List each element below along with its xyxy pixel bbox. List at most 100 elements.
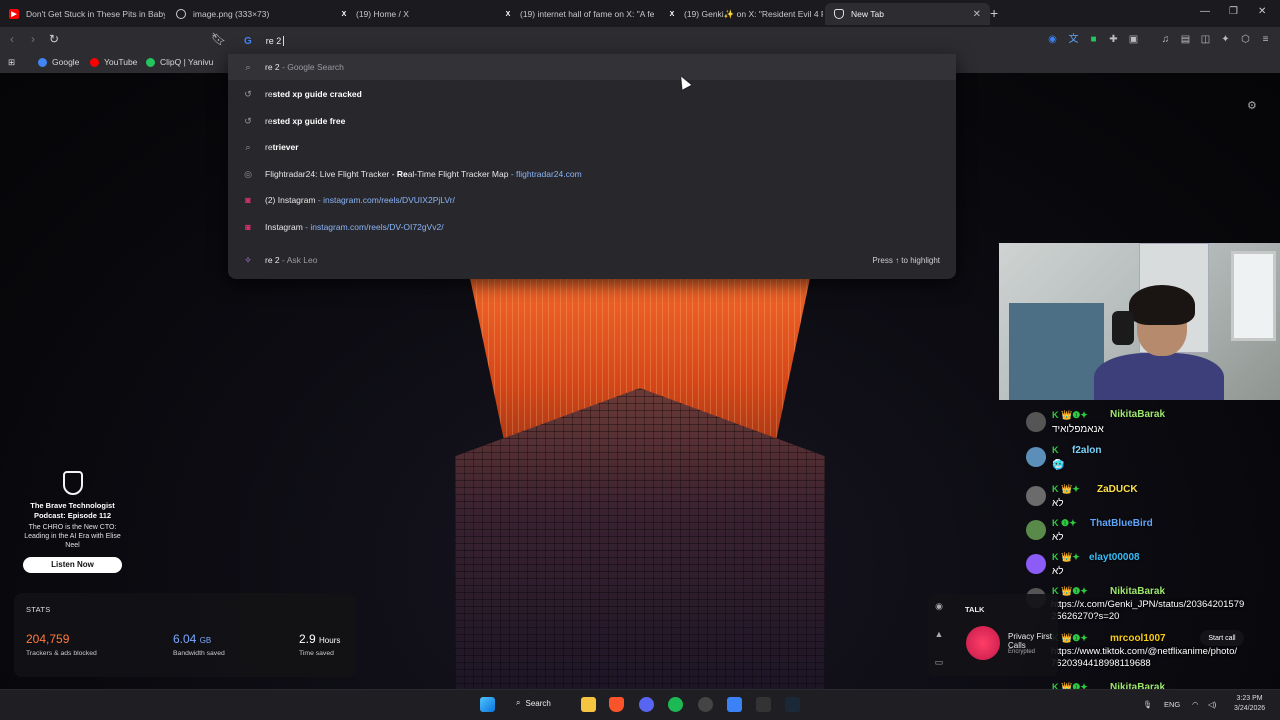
talk-encrypted-text: Encrypted [1008, 649, 1036, 655]
app-icon[interactable] [727, 697, 742, 712]
reload-icon[interactable]: ↻ [49, 32, 59, 46]
tab-x-home[interactable]: X (19) Home / X [330, 3, 495, 25]
language-indicator[interactable]: ENG [1164, 700, 1180, 709]
app-icon[interactable] [756, 697, 771, 712]
taskbar-search[interactable]: ⌕ Search [516, 698, 551, 708]
gear-icon[interactable]: ⚙ [1247, 99, 1257, 112]
listen-now-button[interactable]: Listen Now [23, 556, 122, 573]
time-saved-value: 2.9 Hours [299, 632, 341, 646]
extension-icon[interactable]: ◉ [1047, 34, 1058, 45]
video-camera-icon [966, 626, 1000, 660]
suggestion-ask-leo[interactable]: ✧ re 2 - Ask Leo Press ↑ to highlight [228, 247, 956, 273]
restore-icon[interactable]: ❐ [1229, 6, 1238, 17]
x-icon: X [505, 10, 511, 18]
extension-icon[interactable]: ■ [1088, 34, 1099, 45]
avatar [1026, 486, 1046, 506]
chat-badges: K 👑✦ [1052, 552, 1080, 562]
suggestion-history[interactable]: ↺ rested xp guide free [228, 108, 956, 134]
forward-icon[interactable]: › [31, 32, 35, 46]
bookmark-icon[interactable]: 🔖︎ [211, 32, 226, 46]
wallet-icon[interactable]: ◫ [1200, 34, 1211, 45]
tab-youtube[interactable]: ▶ Don't Get Stuck in These Pits in Baby [0, 3, 165, 25]
tab-title: (19) internet hall of fame on X: "A fe [520, 9, 655, 19]
spotify-icon[interactable] [668, 697, 683, 712]
tab-x-hall[interactable]: X (19) internet hall of fame on X: "A fe [494, 3, 659, 25]
brave-icon [834, 9, 844, 19]
bookmark-label: Google [52, 57, 80, 67]
chat-text: https://x.com/Genki_JPN/status/203642015… [1051, 599, 1245, 623]
address-bar[interactable]: G re 2 [232, 29, 956, 53]
suggestion-text: Flightradar24: Live Flight Tracker - Rea… [265, 169, 582, 179]
chat-badges: K 👑❶✦ [1052, 410, 1088, 420]
suggestion-text: retriever [265, 142, 299, 152]
stats-widget: STATS 204,759 Trackers & ads blocked 6.0… [14, 593, 356, 677]
chat-text: לא [1052, 566, 1064, 577]
media-icon[interactable]: ♫ [1160, 34, 1171, 45]
bookmark-label: ClipQ | Yanivu [160, 57, 214, 67]
suggestion-text: rested xp guide cracked [265, 89, 362, 99]
leo-icon: ✧ [244, 254, 252, 265]
tab-x-genki[interactable]: X (19) Genki✨ on X: "Resident Evil 4 R [658, 3, 823, 25]
system-clock[interactable]: 3:23 PM 3/24/2026 [1234, 694, 1265, 714]
history-icon: ↺ [244, 115, 252, 126]
suggestion-site[interactable]: ◙ Instagram - instagram.com/reels/DV-OI7… [228, 214, 956, 240]
history-icon: ↺ [244, 88, 252, 99]
sidebar-icon[interactable]: ▤ [1180, 34, 1191, 45]
apps-icon[interactable]: ⊞ [8, 57, 15, 68]
shield-icon[interactable]: ⬡ [1240, 34, 1251, 45]
webcam-overlay [999, 243, 1280, 400]
menu-icon[interactable]: ≡ [1260, 34, 1271, 45]
volume-icon[interactable]: ◁) [1208, 700, 1216, 709]
chat-username: ThatBlueBird [1090, 518, 1153, 529]
back-icon[interactable]: ‹ [10, 32, 14, 46]
discord-icon[interactable] [639, 697, 654, 712]
close-tab-icon[interactable]: ✕ [973, 9, 981, 20]
search-icon: ⌕ [245, 61, 251, 72]
window-close-icon[interactable]: ✕ [1258, 6, 1266, 17]
file-explorer-icon[interactable] [581, 697, 596, 712]
card-icon[interactable]: ▭ [932, 657, 946, 668]
taskbar: ⌕ Search 🎙︎ ENG ◠ ◁) 3:23 PM 3/24/2026 [0, 689, 1280, 720]
translate-icon[interactable]: 文 [1068, 34, 1079, 45]
toolbar: ‹ › ↻ 🔖︎ G re 2 ◉ 文 ■ ✚ ▣ ♫ ▤ ◫ ✦ ⬡ ≡ [0, 27, 1280, 53]
puzzle-icon[interactable]: ✚ [1108, 34, 1119, 45]
steam-icon[interactable] [785, 697, 800, 712]
bookmark-clipq[interactable]: ClipQ | Yanivu [146, 57, 213, 67]
location-icon[interactable]: ◉ [932, 601, 946, 612]
youtube-icon: ▶ [9, 9, 19, 19]
suggestion-history[interactable]: ↺ rested xp guide cracked [228, 81, 956, 107]
minimize-icon[interactable]: — [1200, 6, 1210, 17]
mic-icon[interactable]: 🎙︎ [1143, 700, 1153, 709]
cam-window [1231, 251, 1276, 341]
chat-username: mrcool1007 [1110, 633, 1166, 644]
promo-title: The Brave Technologist Podcast: Episode … [30, 501, 115, 520]
suggestion-google-search[interactable]: ⌕ re 2 - Google Search [228, 54, 956, 80]
chat-badges: K [1052, 445, 1059, 455]
suggestion-search[interactable]: ⌕ retriever [228, 134, 956, 160]
bookmark-youtube[interactable]: YouTube [90, 57, 137, 67]
suggestion-site[interactable]: ◙ (2) Instagram - instagram.com/reels/DV… [228, 187, 956, 213]
tab-new-tab[interactable]: New Tab ✕ [825, 3, 990, 25]
chat-username: NikitaBarak [1110, 586, 1166, 597]
start-call-button[interactable]: Start call [1200, 630, 1244, 646]
clock-time: 3:23 PM [1236, 695, 1263, 702]
warning-icon[interactable]: ▲ [932, 629, 946, 639]
chat-username: ZaDUCK [1097, 484, 1138, 495]
bookmark-label: YouTube [104, 57, 138, 67]
suggestion-site[interactable]: ◎ Flightradar24: Live Flight Tracker - R… [228, 161, 956, 187]
wifi-icon[interactable]: ◠ [1192, 700, 1199, 709]
obs-icon[interactable] [698, 697, 713, 712]
suggestion-text: Instagram - instagram.com/reels/DV-OI72g… [265, 222, 444, 232]
youtube-icon [90, 57, 99, 67]
address-input[interactable]: re 2 [266, 36, 282, 46]
cast-icon[interactable]: ▣ [1128, 34, 1139, 45]
windows-start-icon[interactable] [480, 697, 495, 712]
brave-browser-icon[interactable] [609, 697, 624, 712]
chat-text: לא [1052, 498, 1064, 509]
clock-date: 3/24/2026 [1234, 705, 1266, 713]
leo-ai-icon[interactable]: ✦ [1220, 34, 1231, 45]
bookmark-google[interactable]: Google [38, 57, 79, 67]
new-tab-button[interactable]: + [990, 5, 998, 21]
chat-badges: K 👑❶✦ [1052, 586, 1088, 596]
tab-image[interactable]: image.png (333×73) [167, 3, 332, 25]
